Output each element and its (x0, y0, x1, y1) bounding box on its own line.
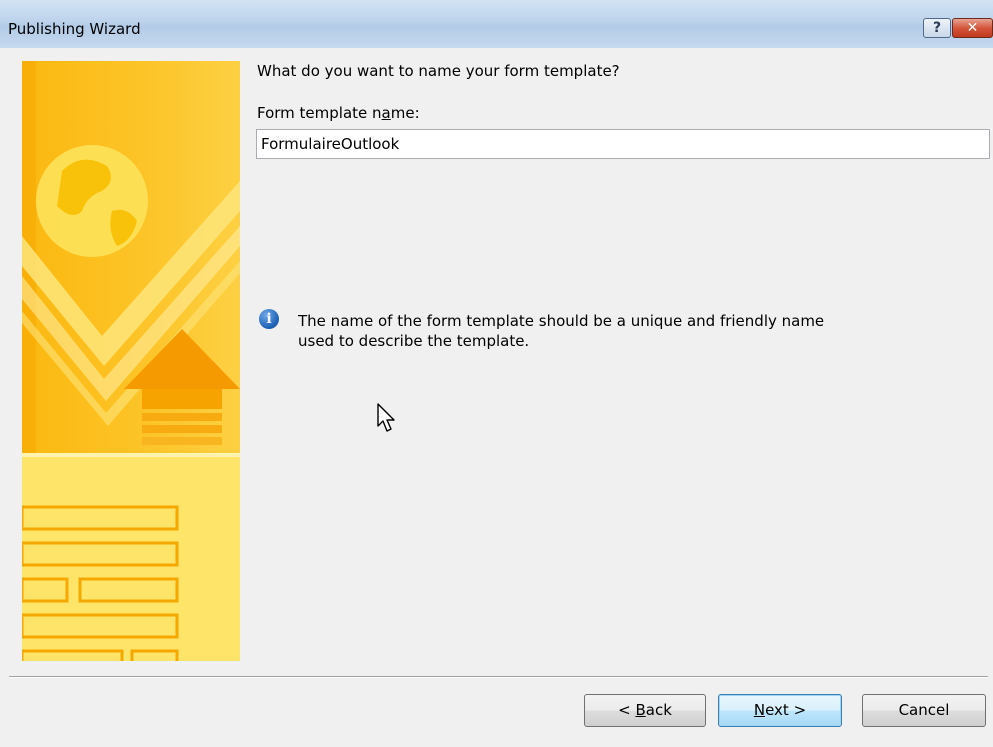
info-message: The name of the form template should be … (298, 312, 825, 350)
button-separator (9, 676, 988, 678)
publishing-wizard-window: Publishing Wizard ? ✕ What do you want t… (0, 0, 993, 747)
globe-icon (36, 145, 148, 257)
question-text: What do you want to name your form templ… (257, 62, 620, 80)
wizard-banner-illustration (22, 61, 240, 661)
cancel-button[interactable]: Cancel (862, 694, 986, 727)
back-label-part: ack (645, 701, 672, 719)
title-bar[interactable]: Publishing Wizard ? ✕ (0, 0, 993, 48)
form-document-icon (22, 453, 240, 661)
access-key-a: a (381, 104, 391, 122)
label-part: Form template n (257, 104, 382, 122)
label-part: me: (390, 104, 420, 122)
close-icon: ✕ (966, 20, 979, 36)
next-label-part: ext > (765, 701, 807, 719)
info-icon: i (259, 309, 279, 329)
close-button[interactable]: ✕ (952, 18, 993, 38)
access-key-n: N (753, 701, 766, 719)
help-icon: ? (932, 20, 942, 36)
back-button[interactable]: < Back (584, 694, 706, 727)
form-template-name-label: Form template name: (257, 104, 420, 122)
window-title: Publishing Wizard (8, 20, 141, 38)
form-template-name-input[interactable] (256, 129, 990, 159)
next-button[interactable]: Next > (718, 694, 842, 727)
back-label-part: < (618, 701, 636, 719)
access-key-b: B (635, 701, 646, 719)
help-button[interactable]: ? (923, 18, 951, 38)
mouse-pointer-icon (377, 403, 395, 432)
